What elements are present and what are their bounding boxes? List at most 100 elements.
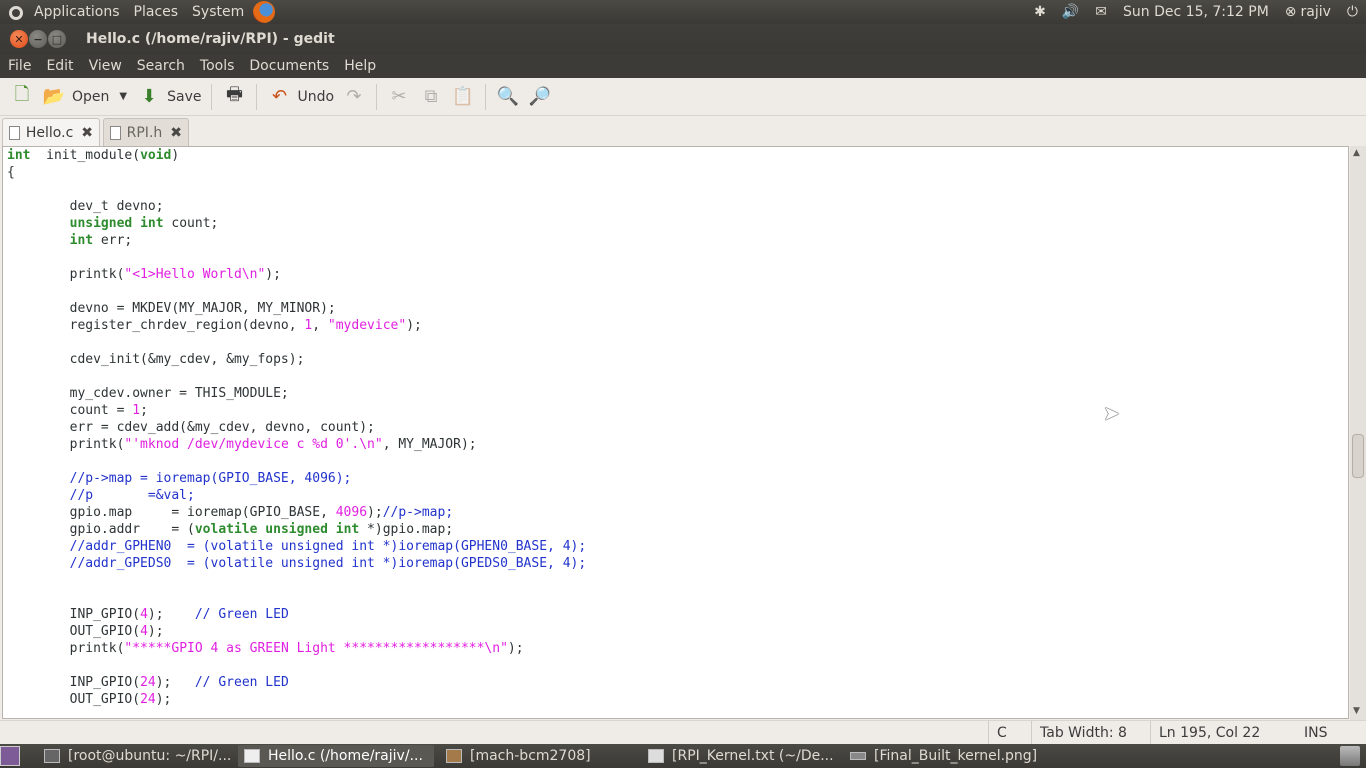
find-replace-icon: 🔎 bbox=[528, 86, 552, 107]
search-icon: 🔍 bbox=[496, 86, 520, 107]
taskbar-item-gedit[interactable]: Hello.c (/home/rajiv/... bbox=[238, 745, 434, 767]
tab-rpi-h[interactable]: RPI.h ✖ bbox=[103, 118, 189, 146]
image-file-icon bbox=[850, 752, 866, 760]
places-menu[interactable]: Places bbox=[127, 0, 186, 24]
scroll-up-icon[interactable]: ▲ bbox=[1353, 148, 1360, 158]
user-name[interactable]: rajiv bbox=[1299, 0, 1339, 24]
code-token: void bbox=[140, 148, 172, 163]
applications-menu[interactable]: Applications bbox=[27, 0, 127, 24]
code-text-area[interactable]: int init_module(void){ dev_t devno; unsi… bbox=[2, 146, 1349, 719]
find-button[interactable]: 🔍 bbox=[492, 81, 524, 113]
code-token: //p =&val; bbox=[7, 488, 195, 503]
show-desktop-icon[interactable] bbox=[0, 746, 20, 766]
user-status-icon[interactable]: ⊗ bbox=[1277, 0, 1299, 24]
code-token: INP_GPIO( bbox=[7, 607, 141, 622]
cut-button[interactable]: ✂ bbox=[383, 81, 415, 113]
close-tab-icon[interactable]: ✖ bbox=[81, 125, 93, 141]
code-token: devno = MKDEV(MY_MAJOR, MY_MINOR); bbox=[7, 301, 336, 316]
code-token: //p->map = ioremap(GPIO_BASE, 4096); bbox=[7, 471, 352, 486]
ubuntu-logo-icon[interactable] bbox=[5, 2, 25, 22]
terminal-icon bbox=[44, 749, 60, 763]
new-document-button[interactable]: 🗋 bbox=[6, 81, 38, 113]
code-token: //addr_GPHEN0 = (volatile unsigned int *… bbox=[7, 539, 587, 554]
print-button[interactable]: 🖶 bbox=[218, 81, 250, 113]
save-button[interactable]: ⬇ Save bbox=[133, 81, 205, 113]
menu-search[interactable]: Search bbox=[129, 54, 192, 78]
scroll-down-icon[interactable]: ▼ bbox=[1353, 706, 1360, 716]
close-window-button[interactable]: ✕ bbox=[10, 30, 28, 48]
cut-icon: ✂ bbox=[391, 86, 407, 107]
clock[interactable]: Sun Dec 15, 7:12 PM bbox=[1115, 0, 1277, 24]
volume-icon[interactable]: 🔊 bbox=[1054, 0, 1087, 24]
close-tab-icon[interactable]: ✖ bbox=[170, 125, 182, 141]
minimize-window-button[interactable]: − bbox=[29, 30, 47, 48]
taskbar-item-text-file[interactable]: [RPI_Kernel.txt (~/De... bbox=[642, 745, 838, 767]
redo-button[interactable]: ↷ bbox=[338, 81, 370, 113]
toolbar: 🗋 📂 Open ▼ ⬇ Save 🖶 ↶ Undo ↷ ✂ ⧉ 📋 🔍 🔎 bbox=[0, 78, 1366, 116]
code-token: 4096 bbox=[335, 505, 368, 520]
copy-button[interactable]: ⧉ bbox=[415, 81, 447, 113]
scroll-thumb[interactable] bbox=[1352, 434, 1364, 478]
code-token: "mydevice" bbox=[327, 318, 407, 333]
code-token: int bbox=[335, 522, 360, 537]
toolbar-separator bbox=[376, 83, 378, 110]
code-token: 4 bbox=[140, 624, 148, 639]
code-token: ); bbox=[406, 318, 422, 333]
tab-hello-c[interactable]: Hello.c ✖ bbox=[2, 118, 100, 146]
chevron-down-icon: ▼ bbox=[119, 91, 128, 102]
menu-edit[interactable]: Edit bbox=[38, 54, 80, 78]
menu-file[interactable]: File bbox=[0, 54, 38, 78]
code-line: dev_t devno; bbox=[7, 198, 1348, 215]
menu-documents[interactable]: Documents bbox=[241, 54, 336, 78]
power-icon[interactable]: ⏻ bbox=[1339, 0, 1366, 24]
maximize-window-button[interactable]: □ bbox=[48, 30, 66, 48]
code-token: volatile bbox=[194, 522, 258, 537]
code-line: { bbox=[7, 164, 1348, 181]
find-replace-button[interactable]: 🔎 bbox=[524, 81, 556, 113]
code-content: int init_module(void){ dev_t devno; unsi… bbox=[3, 147, 1348, 708]
code-token: , bbox=[312, 318, 328, 333]
print-icon: 🖶 bbox=[225, 83, 243, 105]
code-token: err; bbox=[93, 233, 133, 248]
menu-help[interactable]: Help bbox=[336, 54, 383, 78]
paste-button[interactable]: 📋 bbox=[447, 81, 479, 113]
firefox-icon[interactable] bbox=[253, 1, 276, 23]
language-selector[interactable]: C ▼ bbox=[988, 721, 1030, 764]
code-token: dev_t devno; bbox=[7, 199, 164, 214]
code-token: 24 bbox=[140, 675, 156, 690]
open-button[interactable]: 📂 Open bbox=[38, 81, 113, 113]
toolbar-separator bbox=[256, 83, 258, 110]
code-token: int bbox=[7, 148, 31, 163]
code-token: "<1>Hello World\n" bbox=[124, 267, 266, 282]
menu-view[interactable]: View bbox=[81, 54, 129, 78]
undo-button[interactable]: ↶ Undo bbox=[263, 81, 338, 113]
code-line: OUT_GPIO(4); bbox=[7, 623, 1348, 640]
taskbar-item-folder[interactable]: [mach-bcm2708] bbox=[440, 745, 636, 767]
taskbar-item-label: [Final_Built_kernel.png] bbox=[874, 748, 1038, 764]
code-token: ); bbox=[147, 607, 195, 622]
mail-icon[interactable]: ✉ bbox=[1087, 0, 1115, 24]
window-title: Hello.c (/home/rajiv/RPI) - gedit bbox=[86, 31, 335, 47]
window-title-bar[interactable]: ✕ − □ Hello.c (/home/rajiv/RPI) - gedit bbox=[0, 24, 1366, 54]
bluetooth-icon[interactable]: ✱ bbox=[1026, 0, 1054, 24]
trash-icon[interactable] bbox=[1340, 746, 1360, 766]
redo-icon: ↷ bbox=[346, 86, 362, 107]
taskbar-item-image[interactable]: [Final_Built_kernel.png] bbox=[844, 745, 1040, 767]
open-recent-dropdown[interactable]: ▼ bbox=[113, 81, 133, 113]
code-token: unsigned bbox=[69, 216, 133, 231]
document-tabs: Hello.c ✖ RPI.h ✖ bbox=[0, 116, 1366, 146]
vertical-scrollbar[interactable]: ▲ ▼ bbox=[1350, 146, 1366, 720]
taskbar-item-terminal[interactable]: [root@ubuntu: ~/RPI/... bbox=[38, 745, 234, 767]
menu-tools[interactable]: Tools bbox=[192, 54, 242, 78]
code-token: 4 bbox=[140, 607, 148, 622]
code-line: //p->map = ioremap(GPIO_BASE, 4096); bbox=[7, 470, 1348, 487]
tab-width-selector[interactable]: Tab Width: 8 ▼ bbox=[1031, 721, 1149, 764]
code-line: printk("<1>Hello World\n"); bbox=[7, 266, 1348, 283]
system-menu[interactable]: System bbox=[185, 0, 251, 24]
